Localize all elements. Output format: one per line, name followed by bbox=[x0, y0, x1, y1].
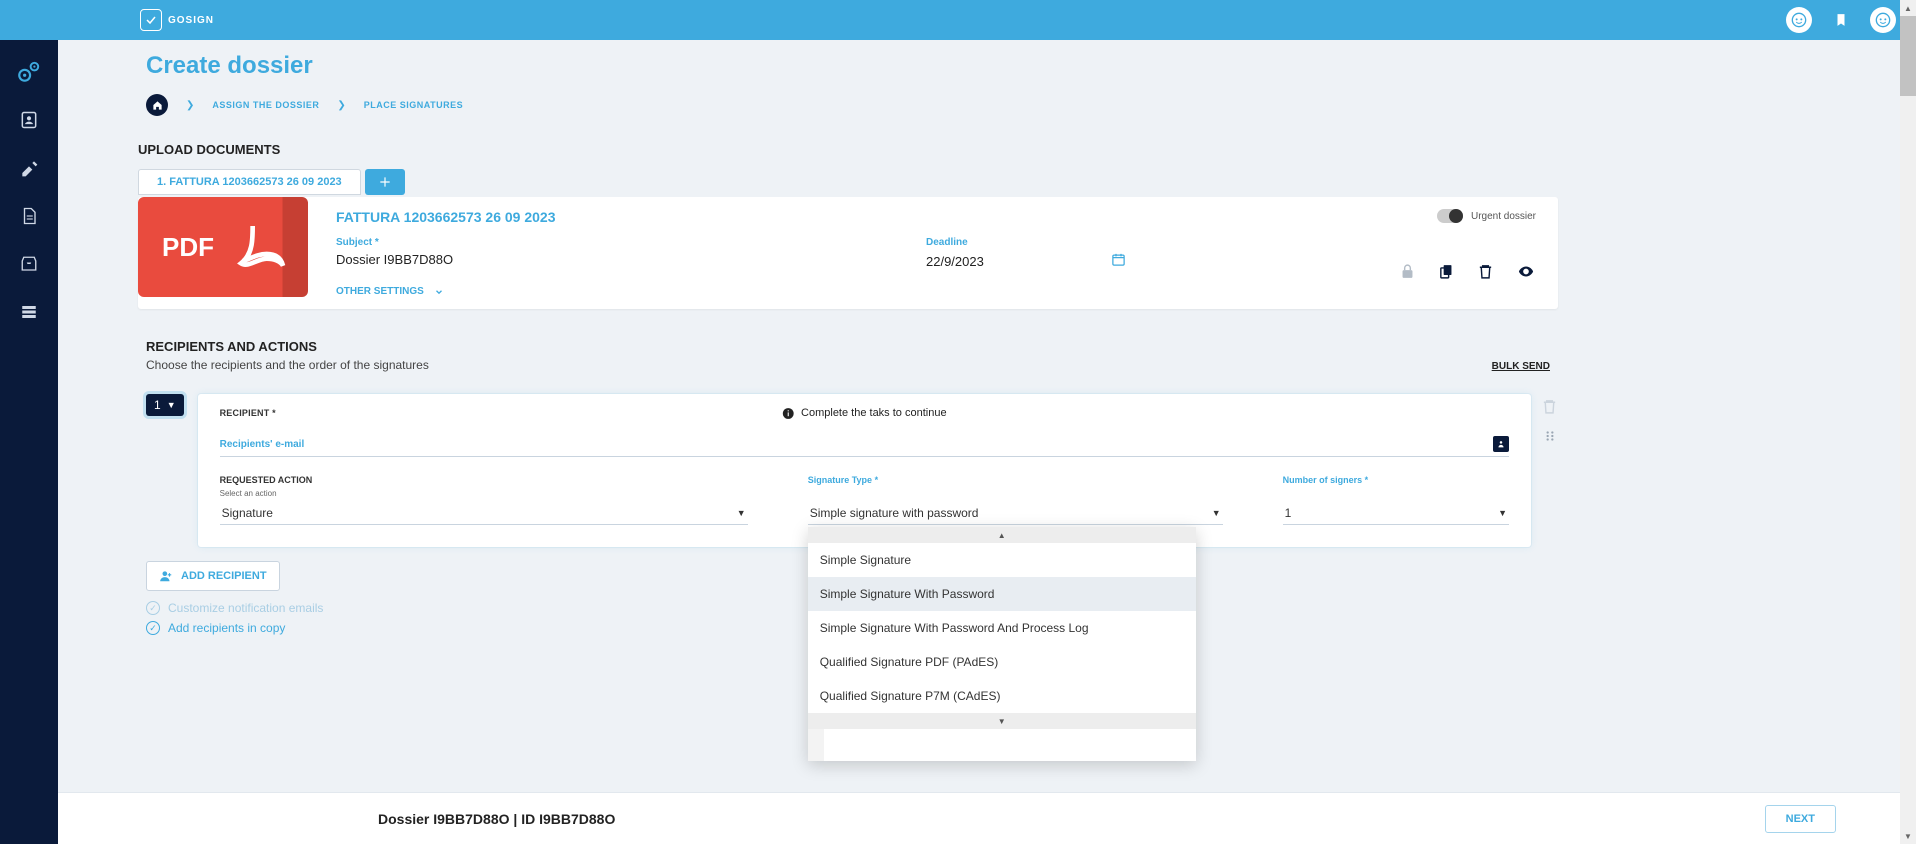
select-action-sublabel: Select an action bbox=[220, 489, 748, 498]
caret-down-icon: ▼ bbox=[167, 400, 176, 410]
scroll-up-icon[interactable]: ▲ bbox=[1900, 0, 1916, 16]
dropdown-scroll-down[interactable]: ▼ bbox=[808, 713, 1196, 729]
recipients-sub: Choose the recipients and the order of t… bbox=[146, 358, 429, 372]
number-signers-select[interactable]: 1 ▼ bbox=[1283, 502, 1509, 525]
recipient-label: RECIPIENT * bbox=[220, 408, 276, 418]
customize-emails-label: Customize notification emails bbox=[168, 601, 323, 615]
sidebar-document-icon[interactable] bbox=[15, 202, 43, 230]
signature-type-option[interactable]: Qualified Signature P7M (CAdES) bbox=[808, 679, 1196, 713]
sidebar-inbox-icon[interactable] bbox=[15, 250, 43, 278]
number-signers-value: 1 bbox=[1285, 506, 1292, 520]
breadcrumb-step2[interactable]: PLACE SIGNATURES bbox=[364, 100, 463, 110]
sidebar-settings-gears[interactable] bbox=[15, 58, 43, 86]
document-card: PDF FATTURA 1203662573 26 09 2023 Subjec… bbox=[138, 197, 1558, 309]
requested-action-label: REQUESTED ACTION bbox=[220, 475, 748, 485]
subject-label: Subject * bbox=[336, 237, 926, 248]
number-signers-label: Number of signers * bbox=[1283, 475, 1509, 485]
logo-mark-icon bbox=[140, 9, 162, 31]
step-number: 1 bbox=[154, 398, 161, 412]
chevron-down-icon bbox=[434, 287, 444, 297]
copy-icon[interactable] bbox=[1438, 263, 1455, 283]
scroll-thumb[interactable] bbox=[1900, 16, 1916, 96]
recipients-heading: RECIPIENTS AND ACTIONS bbox=[146, 339, 429, 354]
requested-action-select[interactable]: Signature ▼ bbox=[220, 502, 748, 525]
brand-text: GOSIGN bbox=[168, 15, 214, 26]
scroll-down-icon[interactable]: ▼ bbox=[1900, 828, 1916, 844]
bookmark-icon[interactable] bbox=[1830, 9, 1852, 31]
bulk-send-link[interactable]: BULK SEND bbox=[1492, 361, 1550, 372]
footer-dossier-id: Dossier I9BB7D88O | ID I9BB7D88O bbox=[378, 811, 615, 827]
signature-type-option[interactable]: Simple Signature bbox=[808, 543, 1196, 577]
pdf-thumbnail: PDF bbox=[138, 197, 308, 297]
document-tab[interactable]: 1. FATTURA 1203662573 26 09 2023 bbox=[138, 169, 361, 195]
signature-type-select[interactable]: Simple signature with password ▼ bbox=[808, 502, 1223, 525]
signature-type-dropdown: ▲ Simple SignatureSimple Signature With … bbox=[808, 527, 1196, 761]
add-recipient-label: ADD RECIPIENT bbox=[181, 570, 267, 582]
signature-type-option[interactable]: Qualified Signature PDF (PAdES) bbox=[808, 645, 1196, 679]
add-person-icon bbox=[159, 569, 173, 583]
requested-action-value: Signature bbox=[222, 506, 273, 520]
signature-type-label: Signature Type * bbox=[808, 475, 1223, 485]
urgent-dossier-toggle[interactable]: Urgent dossier bbox=[1437, 209, 1536, 223]
profile-icon[interactable] bbox=[1870, 7, 1896, 33]
signature-type-option[interactable]: Simple Signature With Password bbox=[808, 577, 1196, 611]
lock-icon bbox=[1399, 263, 1416, 283]
chevron-right-icon: ❯ bbox=[337, 100, 345, 111]
task-message-text: Complete the taks to continue bbox=[801, 407, 947, 419]
task-message: Complete the taks to continue bbox=[782, 407, 947, 420]
breadcrumb: ❯ ASSIGN THE DOSSIER ❯ PLACE SIGNATURES bbox=[146, 94, 1558, 116]
urgent-label: Urgent dossier bbox=[1471, 211, 1536, 222]
top-bar: GOSIGN bbox=[0, 0, 1916, 40]
checkmark-icon: ✓ bbox=[146, 601, 160, 615]
pdf-badge-label: PDF bbox=[162, 232, 214, 263]
breadcrumb-step1[interactable]: ASSIGN THE DOSSIER bbox=[212, 100, 319, 110]
sidebar bbox=[0, 40, 58, 844]
delete-recipient-icon bbox=[1541, 398, 1558, 415]
window-scrollbar[interactable]: ▲ ▼ bbox=[1900, 0, 1916, 844]
recipient-card: RECIPIENT * Complete the taks to continu… bbox=[198, 394, 1531, 547]
checkmark-icon: ✓ bbox=[146, 621, 160, 635]
subject-value[interactable]: Dossier I9BB7D88O bbox=[336, 252, 926, 267]
caret-down-icon: ▼ bbox=[1498, 508, 1507, 518]
sidebar-sign-icon[interactable] bbox=[15, 154, 43, 182]
trash-icon[interactable] bbox=[1477, 263, 1494, 283]
drag-handle-icon[interactable] bbox=[1543, 429, 1557, 443]
eye-icon[interactable] bbox=[1516, 263, 1536, 283]
document-title: FATTURA 1203662573 26 09 2023 bbox=[336, 209, 1343, 225]
brand-logo: GOSIGN bbox=[140, 9, 214, 31]
add-cc-label: Add recipients in copy bbox=[168, 621, 285, 635]
info-icon bbox=[782, 407, 795, 420]
acrobat-icon bbox=[234, 219, 290, 275]
assistant-icon[interactable] bbox=[1786, 7, 1812, 33]
other-settings-label: OTHER SETTINGS bbox=[336, 286, 424, 297]
footer-bar: Dossier I9BB7D88O | ID I9BB7D88O NEXT bbox=[58, 792, 1916, 844]
chevron-right-icon: ❯ bbox=[186, 100, 194, 111]
sidebar-layers-icon[interactable] bbox=[15, 298, 43, 326]
signature-type-value: Simple signature with password bbox=[810, 506, 979, 520]
dropdown-scroll-up[interactable]: ▲ bbox=[808, 527, 1196, 543]
calendar-icon[interactable] bbox=[1111, 252, 1126, 270]
contacts-picker-icon[interactable] bbox=[1493, 436, 1509, 452]
other-settings-toggle[interactable]: OTHER SETTINGS bbox=[336, 286, 1343, 297]
dropdown-scrollbar[interactable] bbox=[808, 729, 824, 761]
breadcrumb-home-icon[interactable] bbox=[146, 94, 168, 116]
page-title: Create dossier bbox=[146, 52, 1558, 80]
step-number-selector[interactable]: 1 ▼ bbox=[146, 394, 184, 416]
email-placeholder: Recipients' e-mail bbox=[220, 439, 305, 450]
sidebar-contacts-icon[interactable] bbox=[15, 106, 43, 134]
add-document-button[interactable] bbox=[365, 169, 405, 195]
recipient-email-input[interactable]: Recipients' e-mail bbox=[220, 436, 1509, 457]
add-recipient-button[interactable]: ADD RECIPIENT bbox=[146, 561, 280, 591]
caret-down-icon: ▼ bbox=[737, 508, 746, 518]
upload-heading: UPLOAD DOCUMENTS bbox=[138, 142, 1558, 157]
next-button[interactable]: NEXT bbox=[1765, 805, 1836, 833]
deadline-value[interactable]: 22/9/2023 bbox=[926, 254, 984, 269]
signature-type-option[interactable]: Simple Signature With Password And Proce… bbox=[808, 611, 1196, 645]
caret-down-icon: ▼ bbox=[1212, 508, 1221, 518]
deadline-label: Deadline bbox=[926, 237, 1126, 248]
